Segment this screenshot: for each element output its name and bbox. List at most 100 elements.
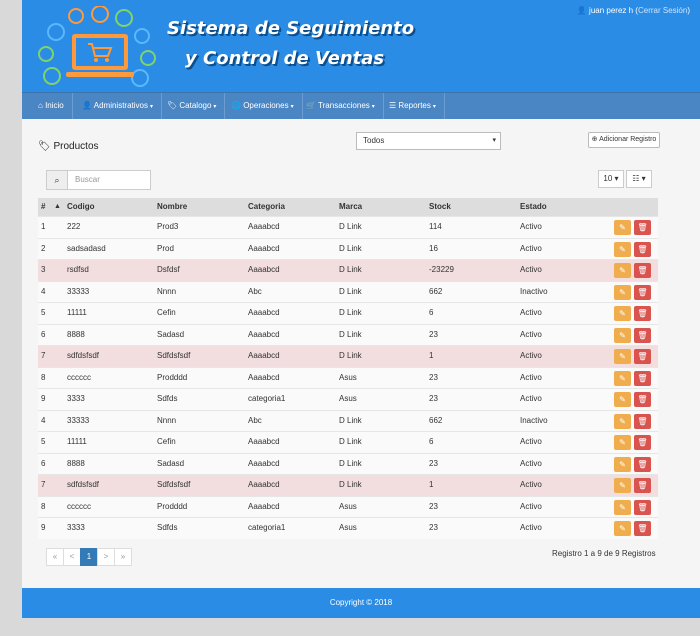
delete-button[interactable]: 🗑 bbox=[634, 456, 651, 472]
col-header[interactable]: Codigo bbox=[67, 198, 95, 216]
caret-down-icon: ▾ bbox=[371, 104, 375, 110]
edit-button[interactable]: ✎ bbox=[614, 392, 631, 407]
table-cell: Activo bbox=[520, 372, 542, 382]
nav-administrativos[interactable]: 👤 Administrativos ▾ bbox=[74, 93, 163, 119]
delete-button[interactable]: 🗑 bbox=[634, 349, 651, 364]
edit-button[interactable]: ✎ bbox=[614, 435, 631, 450]
delete-button[interactable]: 🗑 bbox=[634, 499, 651, 515]
pagination: « < 1 > » bbox=[46, 548, 132, 566]
delete-button[interactable]: 🗑 bbox=[634, 435, 651, 450]
filter-select[interactable]: Todos ▾ bbox=[356, 132, 501, 150]
table-cell: cccccc bbox=[67, 501, 91, 511]
edit-button[interactable]: ✎ bbox=[614, 220, 631, 235]
prev-page-button[interactable]: < bbox=[63, 548, 81, 566]
edit-button[interactable]: ✎ bbox=[614, 413, 631, 429]
edit-button[interactable]: ✎ bbox=[614, 456, 631, 472]
delete-button[interactable]: 🗑 bbox=[634, 392, 651, 407]
col-header[interactable]: Nombre bbox=[157, 198, 187, 216]
page-size-value: 10 bbox=[603, 174, 613, 183]
table-cell: sdfdsfsdf bbox=[67, 351, 100, 360]
table-cell: Sdfdsfsdf bbox=[157, 351, 191, 360]
table-cell: 23 bbox=[429, 329, 438, 339]
edit-button[interactable]: ✎ bbox=[614, 284, 631, 300]
first-page-button[interactable]: « bbox=[46, 548, 64, 566]
delete-button[interactable]: 🗑 bbox=[634, 327, 651, 343]
edit-button[interactable]: ✎ bbox=[614, 499, 631, 515]
table-cell: Aaaabcd bbox=[248, 308, 280, 317]
columns-toggle-button[interactable]: ☷ ▾ bbox=[626, 170, 652, 188]
table-cell: 1 bbox=[41, 222, 46, 231]
table-cell: 8 bbox=[41, 501, 46, 511]
delete-button[interactable]: 🗑 bbox=[634, 413, 651, 429]
table-cell: 33333 bbox=[67, 415, 90, 425]
table-cell: Aaaabcd bbox=[248, 480, 280, 489]
delete-button[interactable]: 🗑 bbox=[634, 241, 651, 257]
nav-reportes[interactable]: ☰ Reportes ▾ bbox=[381, 93, 445, 119]
page-size-dropdown[interactable]: 10 ▾ bbox=[598, 170, 624, 188]
col-header[interactable]: # bbox=[41, 198, 45, 216]
edit-button[interactable]: ✎ bbox=[614, 349, 631, 364]
nav-inicio[interactable]: ⌂ Inicio bbox=[30, 93, 73, 119]
table-cell: D Link bbox=[339, 329, 362, 339]
table-cell: Activo bbox=[520, 243, 542, 253]
table-row: 9 3333 Sdfds categoria1 Asus 23 Activo ✎ 🗑 bbox=[38, 517, 658, 539]
nav-catalogo[interactable]: 🏷 Catalogo ▾ bbox=[159, 93, 226, 119]
col-header[interactable]: Stock bbox=[429, 198, 451, 216]
table-cell: 3 bbox=[41, 265, 46, 274]
table-cell: Prod3 bbox=[157, 222, 179, 231]
table-row: 1 222 Prod3 Aaaabcd D Link 114 Activo ✎ 🗑 bbox=[38, 216, 658, 238]
page-1-button[interactable]: 1 bbox=[80, 548, 98, 566]
table-cell: 2 bbox=[41, 243, 46, 253]
add-record-button[interactable]: ⊕ Adicionar Registro bbox=[588, 132, 660, 148]
table-cell: D Link bbox=[339, 308, 362, 317]
table-cell: Aaaabcd bbox=[248, 351, 280, 360]
table-cell: 4 bbox=[41, 415, 46, 425]
delete-button[interactable]: 🗑 bbox=[634, 220, 651, 235]
nav-operaciones[interactable]: 🌐 Operaciones ▾ bbox=[223, 93, 303, 119]
table-row: 7 sdfdsfsdf Sdfdsfsdf Aaaabcd D Link 1 Activo ✎… bbox=[38, 474, 658, 496]
table-cell: 6 bbox=[41, 458, 46, 468]
edit-button[interactable]: ✎ bbox=[614, 327, 631, 343]
table-cell: 23 bbox=[429, 372, 438, 382]
delete-button[interactable]: 🗑 bbox=[634, 306, 651, 321]
edit-button[interactable]: ✎ bbox=[614, 478, 631, 493]
nav-label: Reportes bbox=[398, 101, 431, 110]
next-page-button[interactable]: > bbox=[97, 548, 115, 566]
table-cell: 3333 bbox=[67, 523, 85, 532]
plus-circle-icon: ⊕ bbox=[591, 136, 598, 143]
table-cell: Sadasd bbox=[157, 458, 185, 468]
col-header[interactable]: Estado bbox=[520, 198, 547, 216]
app-title-line2: y Control de Ventas bbox=[185, 48, 385, 69]
table-cell: Inactivo bbox=[520, 415, 548, 425]
edit-button[interactable]: ✎ bbox=[614, 263, 631, 278]
col-header[interactable]: Marca bbox=[339, 198, 362, 216]
delete-button[interactable]: 🗑 bbox=[634, 478, 651, 493]
table-cell: 33333 bbox=[67, 286, 90, 296]
table-cell: 8888 bbox=[67, 329, 85, 339]
table-cell: Abc bbox=[248, 415, 262, 425]
table-cell: 6 bbox=[429, 437, 434, 446]
table-cell: Activo bbox=[520, 308, 542, 317]
delete-button[interactable]: 🗑 bbox=[634, 263, 651, 278]
edit-button[interactable]: ✎ bbox=[614, 306, 631, 321]
table-cell: 9 bbox=[41, 394, 46, 403]
edit-button[interactable]: ✎ bbox=[614, 241, 631, 257]
table-row: 7 sdfdsfsdf Sdfdsfsdf Aaaabcd D Link 1 Activo ✎… bbox=[38, 345, 658, 367]
nav-transacciones[interactable]: 🛒 Transacciones ▾ bbox=[298, 93, 384, 119]
sort-asc-icon[interactable]: ▲ bbox=[54, 198, 61, 216]
delete-button[interactable]: 🗑 bbox=[634, 284, 651, 300]
table-cell: categoria1 bbox=[248, 523, 286, 532]
table-cell: 662 bbox=[429, 415, 443, 425]
table-cell: Activo bbox=[520, 394, 542, 403]
last-page-button[interactable]: » bbox=[114, 548, 132, 566]
table-cell: 662 bbox=[429, 286, 443, 296]
delete-button[interactable]: 🗑 bbox=[634, 521, 651, 536]
search-input[interactable]: Buscar bbox=[67, 170, 151, 190]
delete-button[interactable]: 🗑 bbox=[634, 370, 651, 386]
edit-button[interactable]: ✎ bbox=[614, 521, 631, 536]
cart-icon: 🛒 bbox=[306, 101, 316, 110]
logout-link[interactable]: Cerrar Sesión bbox=[638, 6, 687, 15]
table-cell: D Link bbox=[339, 265, 362, 274]
col-header[interactable]: Categoria bbox=[248, 198, 285, 216]
edit-button[interactable]: ✎ bbox=[614, 370, 631, 386]
